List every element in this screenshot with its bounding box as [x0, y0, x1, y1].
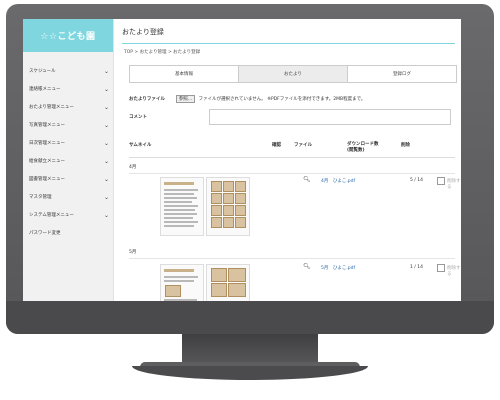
row-divider [129, 173, 455, 174]
col-downloads: ダウンロード数 (閲覧数) [347, 142, 379, 153]
row-divider [129, 258, 455, 259]
chevron-down-icon: ⌄ [103, 103, 109, 111]
tab-basic-info[interactable]: 基本情報 [130, 66, 239, 82]
download-count: 5 / 14 [410, 178, 423, 183]
sidebar-item-daily[interactable]: 日次管理メニュー ⌄ [23, 134, 113, 152]
screen: ☆☆こども園 スケジュール ⌄ 連絡帳メニュー ⌄ おたより管理メニュー ⌄ 写真管理… [23, 19, 461, 301]
col-delete: 削除 [401, 143, 410, 148]
file-row: おたよりファイル 参照... ファイルが選択されていません。 ※PDFファイルを… [129, 95, 365, 103]
delete-checkbox[interactable] [437, 264, 445, 272]
col-confirm: 確認 [272, 143, 281, 148]
chevron-down-icon: ⌄ [103, 85, 109, 93]
sidebar-item-label: 連絡帳メニュー [29, 87, 61, 92]
title-divider [122, 43, 455, 44]
month-label: 5月 [129, 250, 137, 255]
month-label: 4月 [129, 165, 137, 170]
sidebar-item-newsletter[interactable]: おたより管理メニュー ⌄ [23, 98, 113, 116]
delete-checkbox[interactable] [437, 177, 445, 185]
download-count: 1 / 14 [410, 265, 423, 270]
chevron-down-icon: ⌄ [103, 121, 109, 129]
thumbnail-image[interactable] [160, 177, 204, 236]
page-title: おたより登録 [122, 28, 164, 36]
sidebar-item-contact-book[interactable]: 連絡帳メニュー ⌄ [23, 80, 113, 98]
comment-label: コメント [129, 115, 147, 120]
file-link[interactable]: 5月 ひよこ.pdf [321, 265, 355, 271]
sidebar-item-system[interactable]: システム管理メニュー ⌄ [23, 206, 113, 224]
thumbnail-image[interactable] [206, 177, 250, 236]
tab-log[interactable]: 登録ログ [348, 66, 456, 82]
file-label: おたよりファイル [129, 97, 165, 102]
sidebar-item-label: スケジュール [29, 69, 56, 74]
sidebar-menu: スケジュール ⌄ 連絡帳メニュー ⌄ おたより管理メニュー ⌄ 写真管理メニュー ⌄ 日… [23, 62, 113, 242]
sidebar-item-label: 図書管理メニュー [29, 177, 65, 182]
sidebar-item-label: 日次管理メニュー [29, 141, 65, 146]
sidebar-item-label: マスタ管理 [29, 195, 52, 200]
thumbnail-image[interactable] [160, 264, 204, 301]
chevron-down-icon: ⌄ [103, 211, 109, 219]
search-icon[interactable]: 🔍︎ [303, 176, 311, 183]
col-file: ファイル [294, 143, 312, 148]
sidebar-item-master[interactable]: マスタ管理 ⌄ [23, 188, 113, 206]
col-thumbnail: サムネイル [129, 143, 152, 148]
sidebar-item-label: 写真管理メニュー [29, 123, 65, 128]
thumbnail-image[interactable] [206, 264, 250, 301]
sidebar-item-photos[interactable]: 写真管理メニュー ⌄ [23, 116, 113, 134]
sidebar-item-label: おたより管理メニュー [29, 105, 74, 110]
sidebar-item-lunch[interactable]: 給食献立メニュー ⌄ [23, 152, 113, 170]
breadcrumb[interactable]: TOP > おたより管理 > おたより登録 [124, 49, 200, 55]
comment-field[interactable] [209, 109, 451, 125]
main-content: おたより登録 TOP > おたより管理 > おたより登録 基本情報 おたより 登… [114, 19, 461, 301]
chevron-down-icon: ⌄ [103, 193, 109, 201]
sidebar: ☆☆こども園 スケジュール ⌄ 連絡帳メニュー ⌄ おたより管理メニュー ⌄ 写真管理… [23, 19, 114, 301]
delete-label: 削除する [447, 179, 461, 190]
sidebar-item-label: 給食献立メニュー [29, 159, 65, 164]
chevron-down-icon: ⌄ [103, 175, 109, 183]
table-header: サムネイル 確認 ファイル ダウンロード数 (閲覧数) 削除 [129, 139, 455, 158]
sidebar-item-password[interactable]: パスワード変更 [23, 224, 113, 242]
file-status-text: ファイルが選択されていません。 ※PDFファイルを添付できます。2MB程度まで。 [198, 97, 366, 102]
tab-newsletter[interactable]: おたより [239, 66, 348, 82]
monitor-stand-base [132, 366, 368, 380]
sidebar-item-label: システム管理メニュー [29, 213, 74, 218]
chevron-down-icon: ⌄ [103, 157, 109, 165]
chevron-down-icon: ⌄ [103, 67, 109, 75]
tab-bar: 基本情報 おたより 登録ログ [129, 65, 457, 83]
file-link[interactable]: 4月 ひよこ.pdf [321, 178, 355, 184]
search-icon[interactable]: 🔍︎ [303, 263, 311, 270]
app-logo[interactable]: ☆☆こども園 [23, 19, 113, 52]
sidebar-item-label: パスワード変更 [29, 231, 61, 236]
chevron-down-icon: ⌄ [103, 139, 109, 147]
sidebar-item-library[interactable]: 図書管理メニュー ⌄ [23, 170, 113, 188]
sidebar-item-schedule[interactable]: スケジュール ⌄ [23, 62, 113, 80]
browse-button[interactable]: 参照... [175, 95, 196, 103]
delete-label: 削除する [447, 266, 461, 277]
monitor-chin [6, 301, 494, 334]
